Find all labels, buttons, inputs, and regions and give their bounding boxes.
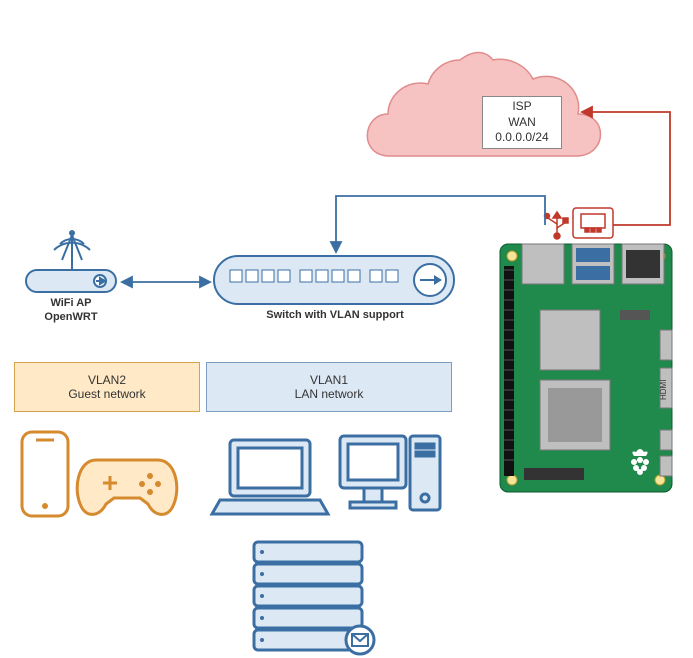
cloud-line1: ISP bbox=[487, 99, 557, 115]
raspberry-pi-icon: HDMI bbox=[500, 244, 672, 492]
vlan2-box: VLAN2 Guest network bbox=[14, 362, 200, 412]
usb-eth-adapter-icon bbox=[545, 208, 614, 239]
desktop-icon bbox=[340, 436, 440, 510]
switch-icon bbox=[214, 256, 454, 304]
vlan2-title: VLAN2 bbox=[15, 373, 199, 387]
svg-text:HDMI: HDMI bbox=[659, 380, 668, 400]
laptop-icon bbox=[212, 440, 328, 514]
vlan1-sub: LAN network bbox=[207, 387, 451, 401]
vlan1-title: VLAN1 bbox=[207, 373, 451, 387]
cloud-label: ISP WAN 0.0.0.0/24 bbox=[482, 96, 562, 149]
wifi-line2: OpenWRT bbox=[36, 310, 106, 324]
mailserver-icon bbox=[254, 542, 374, 654]
cloud-line3: 0.0.0.0/24 bbox=[487, 130, 557, 146]
smartphone-icon bbox=[22, 432, 68, 516]
wifi-to-switch-link bbox=[122, 277, 210, 287]
switch-label: Switch with VLAN support bbox=[250, 308, 420, 322]
gamepad-icon bbox=[77, 460, 177, 514]
wifi-ap-icon bbox=[26, 231, 116, 292]
diagram-canvas: HDMI bbox=[0, 0, 693, 658]
wifi-label: WiFi AP OpenWRT bbox=[36, 296, 106, 325]
wifi-line1: WiFi AP bbox=[36, 296, 106, 310]
vlan1-box: VLAN1 LAN network bbox=[206, 362, 452, 412]
cloud-line2: WAN bbox=[487, 115, 557, 131]
vlan2-sub: Guest network bbox=[15, 387, 199, 401]
